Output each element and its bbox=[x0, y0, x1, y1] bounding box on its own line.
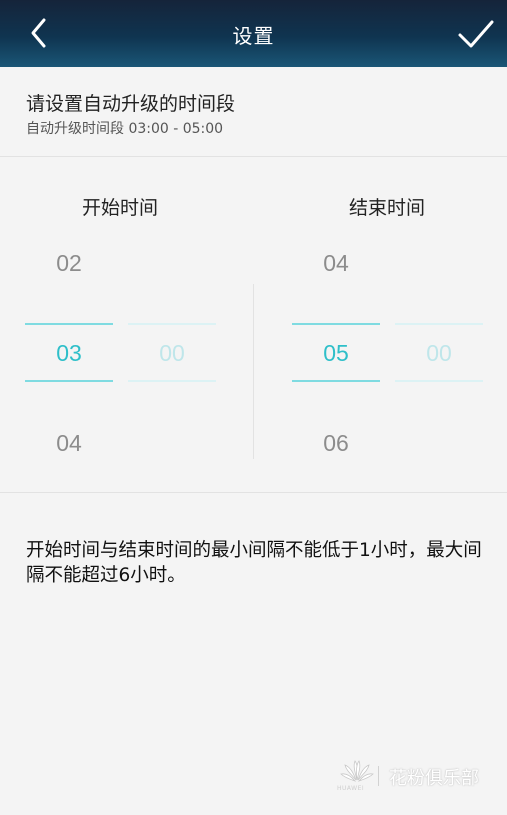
column-divider bbox=[253, 284, 254, 459]
huawei-logo-icon bbox=[340, 760, 374, 782]
start-hour-line-top bbox=[25, 323, 113, 325]
watermark-separator bbox=[378, 766, 379, 786]
end-hour-next[interactable]: 06 bbox=[292, 430, 380, 457]
end-minute-selected[interactable]: 00 bbox=[395, 340, 483, 367]
page-title: 设置 bbox=[232, 24, 275, 48]
watermark-brand: HUAWEI bbox=[337, 785, 365, 792]
watermark-text: 花粉俱乐部 bbox=[389, 768, 479, 789]
start-time-label: 开始时间 bbox=[81, 197, 158, 219]
end-minute-line-bottom bbox=[395, 380, 483, 382]
confirm-check-icon[interactable] bbox=[454, 14, 498, 54]
start-minute-line-top bbox=[128, 323, 216, 325]
end-minute-line-top bbox=[395, 323, 483, 325]
schedule-title: 请设置自动升级的时间段 bbox=[26, 93, 236, 115]
start-hour-selected[interactable]: 03 bbox=[25, 340, 113, 367]
time-picker: 开始时间 02 03 04 00 结束时间 04 05 06 00 bbox=[0, 158, 507, 493]
end-hour-line-top bbox=[292, 323, 380, 325]
watermark: 花粉俱乐部 HUAWEI bbox=[337, 758, 497, 794]
end-hour-selected[interactable]: 05 bbox=[292, 340, 380, 367]
end-hour-prev[interactable]: 04 bbox=[292, 250, 380, 277]
end-time-label: 结束时间 bbox=[348, 197, 425, 219]
start-hour-prev[interactable]: 02 bbox=[25, 250, 113, 277]
schedule-header: 请设置自动升级的时间段 自动升级时间段 03:00 - 05:00 bbox=[0, 67, 507, 157]
schedule-subtitle: 自动升级时间段 03:00 - 05:00 bbox=[26, 121, 224, 137]
start-hour-next[interactable]: 04 bbox=[25, 430, 113, 457]
interval-note: 开始时间与结束时间的最小间隔不能低于1小时，最大间隔不能超过6小时。 bbox=[26, 540, 482, 586]
start-minute-line-bottom bbox=[128, 380, 216, 382]
top-bar: 设置 bbox=[0, 0, 507, 67]
start-minute-selected[interactable]: 00 bbox=[128, 340, 216, 367]
start-hour-line-bottom bbox=[25, 380, 113, 382]
end-hour-line-bottom bbox=[292, 380, 380, 382]
